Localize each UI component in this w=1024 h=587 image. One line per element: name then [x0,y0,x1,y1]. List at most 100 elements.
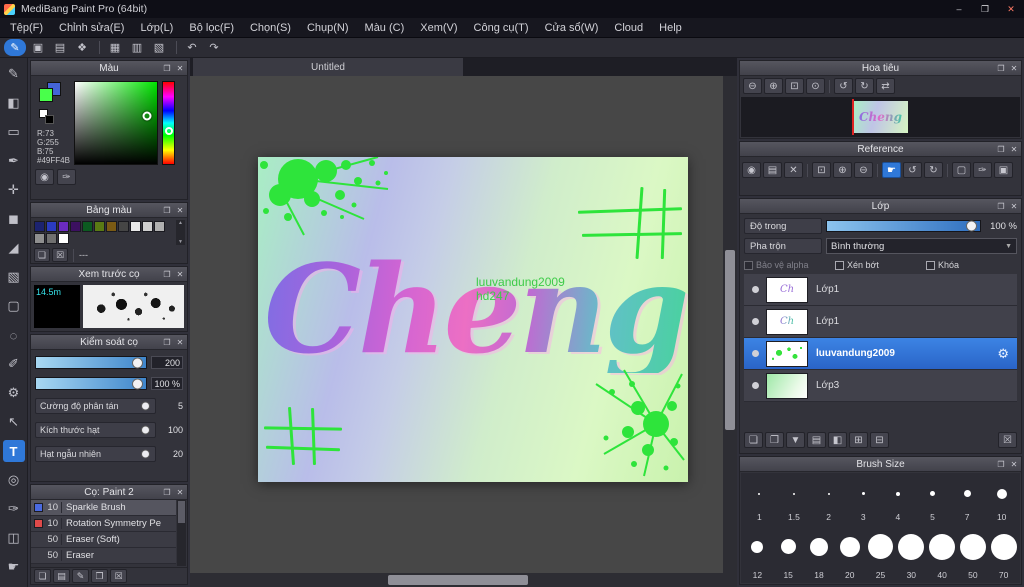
palette-swatch-1[interactable] [46,221,57,232]
brush-size-header[interactable]: Brush Size ❐ ✕ [740,457,1021,472]
operation-tool[interactable]: ⚙ [3,382,25,404]
menu-item-1[interactable]: Chỉnh sửa(E) [51,18,132,38]
brush-size-option[interactable]: 12 [742,523,773,581]
ref-eyedropper-button[interactable]: ✑ [973,162,992,178]
duplicate-layer-button[interactable]: ❐ [765,432,784,448]
hue-marker[interactable] [164,127,173,136]
hue-strip[interactable] [162,81,175,165]
layer-visibility-dot[interactable] [752,382,759,389]
palette-swatch-4[interactable] [82,221,93,232]
close-icon[interactable]: ✕ [1007,457,1021,471]
nav-rotate-right-button[interactable]: ↻ [855,78,874,94]
shape-brush-tool[interactable]: ▭ [3,121,25,143]
menu-item-9[interactable]: Cửa sổ(W) [537,18,607,38]
saturation-value-box[interactable] [74,81,158,165]
layer-row-1[interactable]: Ch Lớp1 [744,306,1017,338]
palette-swatch-0[interactable] [34,221,45,232]
pen-mode-button[interactable]: ✎ [4,39,26,56]
ref-hand-button[interactable]: ☛ [882,162,901,178]
random-grain-slider[interactable]: Hạt ngẫu nhiên [35,446,156,462]
brush-opacity-slider[interactable] [35,377,147,390]
popout-icon[interactable]: ❐ [994,61,1008,75]
brush-size-option[interactable]: 30 [896,523,927,581]
brush-size-option[interactable]: 20 [834,523,865,581]
layer-mask-button[interactable]: ◧ [828,432,847,448]
ref-open-button[interactable]: ▤ [763,162,782,178]
popout-icon[interactable]: ❐ [160,335,174,349]
palette-swatch-6[interactable] [106,221,117,232]
palette-swatch-3[interactable] [70,221,81,232]
redo-button[interactable]: ↷ [204,39,224,56]
layer-opacity-slider[interactable] [826,220,981,232]
add-brush-button[interactable]: ❏ [34,569,51,583]
brush-size-option[interactable]: 1 [742,475,777,523]
snap-grid-button[interactable]: ▧ [149,39,169,56]
new-folder-button[interactable]: ▤ [807,432,826,448]
menu-item-0[interactable]: Tệp(F) [2,18,51,38]
scroll-down-icon[interactable]: ▼ [178,239,183,245]
nav-zoom-out-button[interactable]: ⊖ [743,78,762,94]
color-pair-button[interactable]: ❖ [72,39,92,56]
lasso-tool[interactable]: ◌ [3,324,25,346]
brush-opacity-value[interactable]: 100 % [151,377,183,390]
primary-color-swatch[interactable] [39,88,53,102]
menu-item-7[interactable]: Xem(V) [412,18,465,38]
brush-size-slider[interactable] [35,356,147,369]
scrollbar-thumb[interactable] [725,250,735,430]
brush-size-option[interactable]: 70 [988,523,1019,581]
brush-size-option[interactable]: 18 [804,523,835,581]
brush-control-header[interactable]: Kiểm soát cọ ❐ ✕ [31,335,187,350]
canvas-artwork[interactable]: luuvandung2009 hd247 Cheng [258,157,688,482]
layer-visibility-dot[interactable] [752,318,759,325]
clipping-checkbox[interactable]: Xén bớt [835,260,926,270]
palette-swatch-12[interactable] [46,233,57,244]
close-icon[interactable]: ✕ [173,203,187,217]
ref-grid-button[interactable]: ▣ [994,162,1013,178]
alpha-protect-checkbox[interactable]: Bảo vệ alpha [744,260,835,270]
menu-item-4[interactable]: Chọn(S) [242,18,299,38]
brush-size-option[interactable]: 5 [915,475,950,523]
brush-size-option[interactable]: 10 [984,475,1019,523]
brush-item-0[interactable]: 10 Sparkle Brush [31,500,176,516]
ref-fit-button[interactable]: ⊡ [812,162,831,178]
menu-item-10[interactable]: Cloud [606,18,651,38]
canvas-horizontal-scrollbar[interactable] [190,573,723,587]
text-tool[interactable]: T [2,440,25,462]
eraser-tool[interactable]: ◧ [3,92,25,114]
select-pen-tool[interactable]: ✐ [3,353,25,375]
brush-list-header[interactable]: Cọ: Paint 2 ❐ ✕ [31,485,187,500]
checkbox-box[interactable] [835,260,844,270]
dot-pen-tool[interactable]: ✒ [3,150,25,172]
menu-item-8[interactable]: Công cụ(T) [466,18,537,38]
navigator-thumbnail[interactable]: Cheng [851,99,908,135]
blend-mode-dropdown[interactable]: Bình thường ▼ [826,238,1017,254]
palette-swatch-13[interactable] [58,233,69,244]
brush-list-scrollbar[interactable] [177,500,186,566]
popout-icon[interactable]: ❐ [160,203,174,217]
scatter-strength-slider[interactable]: Cường độ phân tán [35,398,156,414]
grid-toggle-button[interactable]: ▦ [105,39,125,56]
scrollbar-thumb[interactable] [388,575,528,585]
black-swatch[interactable] [45,115,54,124]
delete-color-button[interactable]: ☒ [52,248,68,262]
menu-item-5[interactable]: Chụp(N) [299,18,357,38]
close-icon[interactable]: ✕ [1007,199,1021,213]
menu-item-11[interactable]: Help [651,18,690,38]
brush-size-option[interactable]: 15 [773,523,804,581]
brush-tool[interactable]: ✎ [3,63,25,85]
bucket-tool[interactable]: ◢ [3,237,25,259]
ref-rotate-left-button[interactable]: ↺ [903,162,922,178]
reference-header[interactable]: Reference ❐ ✕ [740,142,1021,157]
ref-show-button[interactable]: ◉ [742,162,761,178]
palette-swatch-7[interactable] [118,221,129,232]
edit-brush-button[interactable]: ✎ [72,569,89,583]
close-icon[interactable]: ✕ [173,61,187,75]
ref-zoom-in-button[interactable]: ⊕ [833,162,852,178]
navigator-preview-strip[interactable]: Cheng [741,97,1020,137]
close-icon[interactable]: ✕ [173,335,187,349]
sv-marker[interactable] [142,111,152,121]
brush-size-option[interactable]: 3 [846,475,881,523]
brush-item-1[interactable]: 10 Rotation Symmetry Pe [31,516,176,532]
nav-zoom-in-button[interactable]: ⊕ [764,78,783,94]
slider-knob[interactable] [132,357,143,368]
